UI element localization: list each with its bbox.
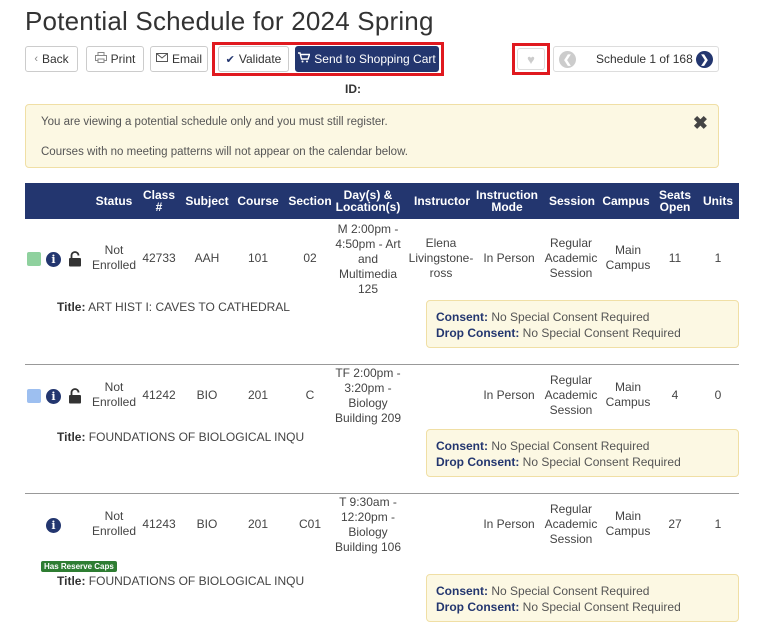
subject-cell: BIO bbox=[196, 387, 218, 402]
units-cell: 1 bbox=[714, 250, 722, 265]
schedule-counter: Schedule 1 of 168 bbox=[596, 52, 693, 66]
course-cell: 201 bbox=[247, 387, 269, 402]
session-cell: Regular Academic Session bbox=[544, 235, 598, 280]
back-button[interactable]: ‹ Back bbox=[25, 46, 78, 72]
info-icon[interactable]: i bbox=[46, 252, 61, 267]
validate-button[interactable]: ✔ Validate bbox=[218, 46, 289, 72]
seats-open-cell: 27 bbox=[668, 516, 682, 531]
column-header[interactable]: Session bbox=[544, 183, 600, 219]
color-swatch bbox=[27, 252, 41, 266]
course-title: Title: FOUNDATIONS OF BIOLOGICAL INQU bbox=[57, 430, 305, 444]
envelope-icon bbox=[155, 53, 168, 65]
consent-box: Consent: No Special Consent Required Dro… bbox=[426, 574, 739, 622]
campus-cell: Main Campus bbox=[605, 243, 651, 272]
color-swatch bbox=[27, 389, 41, 403]
instructor-cell bbox=[406, 502, 476, 546]
column-header[interactable]: Status bbox=[89, 183, 139, 219]
subject-cell: AAH bbox=[194, 250, 220, 265]
print-button[interactable]: Print bbox=[86, 46, 144, 72]
course-cell: 101 bbox=[247, 250, 269, 265]
checkmark-icon: ✔ bbox=[225, 53, 235, 66]
column-header[interactable]: Seats Open bbox=[657, 183, 693, 219]
section-cell: C bbox=[305, 387, 315, 402]
next-schedule-button[interactable]: ❯ bbox=[696, 50, 713, 68]
unlock-icon bbox=[69, 388, 81, 404]
column-header[interactable]: Instructor bbox=[407, 183, 477, 219]
section-cell: C01 bbox=[298, 516, 321, 531]
section-cell: 02 bbox=[303, 250, 317, 265]
days-location-cell: TF 2:00pm - 3:20pm - Biology Building 20… bbox=[334, 366, 402, 425]
alert-line: Courses with no meeting patterns will no… bbox=[41, 146, 408, 158]
id-label: ID: bbox=[345, 82, 361, 96]
subject-cell: BIO bbox=[196, 516, 218, 531]
unlock-icon bbox=[69, 251, 81, 267]
column-header[interactable]: Day(s) & Location(s) bbox=[336, 183, 401, 219]
info-icon[interactable]: i bbox=[46, 518, 61, 533]
status-cell: Not Enrolled bbox=[91, 380, 137, 409]
seats-open-cell: 4 bbox=[671, 387, 679, 402]
reserve-caps-badge: Has Reserve Caps bbox=[41, 561, 117, 572]
column-header[interactable]: Units bbox=[701, 183, 735, 219]
schedule-navigator: ❮ Schedule 1 of 168 ❯ bbox=[553, 46, 719, 72]
heart-icon: ♥ bbox=[527, 51, 535, 67]
column-header[interactable]: Subject bbox=[183, 183, 231, 219]
column-header[interactable]: Instruction Mode bbox=[476, 183, 538, 219]
column-header[interactable]: Class # bbox=[141, 183, 177, 219]
session-cell: Regular Academic Session bbox=[544, 372, 598, 417]
units-cell: 1 bbox=[714, 516, 722, 531]
course-cell: 201 bbox=[247, 516, 269, 531]
arrow-right-icon: ❯ bbox=[699, 53, 710, 66]
instruction-mode-cell: In Person bbox=[483, 250, 535, 265]
info-icon[interactable]: i bbox=[46, 389, 61, 404]
days-location-cell: T 9:30am - 12:20pm - Biology Building 10… bbox=[334, 495, 402, 554]
session-cell: Regular Academic Session bbox=[544, 501, 598, 546]
chevron-left-icon: ‹ bbox=[34, 53, 38, 65]
favorite-button[interactable]: ♥ bbox=[517, 48, 545, 70]
instruction-mode-cell: In Person bbox=[483, 387, 535, 402]
email-button[interactable]: Email bbox=[150, 46, 208, 72]
alert-line: You are viewing a potential schedule onl… bbox=[41, 116, 388, 128]
instructor-cell: Elena Livingstone-ross bbox=[408, 235, 474, 280]
instructor-cell bbox=[406, 373, 476, 417]
page-title: Potential Schedule for 2024 Spring bbox=[25, 6, 434, 36]
column-header[interactable]: Course bbox=[237, 183, 279, 219]
course-title: Title: FOUNDATIONS OF BIOLOGICAL INQU bbox=[57, 574, 305, 588]
consent-box: Consent: No Special Consent Required Dro… bbox=[426, 429, 739, 477]
instruction-mode-cell: In Person bbox=[483, 516, 535, 531]
status-cell: Not Enrolled bbox=[91, 243, 137, 272]
units-cell: 0 bbox=[714, 387, 722, 402]
campus-cell: Main Campus bbox=[605, 509, 651, 538]
days-location-cell: M 2:00pm - 4:50pm - Art and Multimedia 1… bbox=[335, 221, 401, 296]
previous-schedule-button[interactable]: ❮ bbox=[559, 50, 576, 68]
shopping-cart-icon bbox=[298, 52, 311, 66]
course-title: Title: ART HIST I: CAVES TO CATHEDRAL bbox=[57, 300, 290, 314]
printer-icon bbox=[94, 52, 107, 66]
send-to-shopping-cart-button[interactable]: Send to Shopping Cart bbox=[295, 46, 439, 72]
class-number-cell: 42733 bbox=[142, 250, 176, 265]
campus-cell: Main Campus bbox=[605, 380, 651, 409]
info-alert: You are viewing a potential schedule onl… bbox=[25, 104, 719, 168]
class-number-cell: 41242 bbox=[142, 387, 176, 402]
column-header[interactable]: Section bbox=[287, 183, 333, 219]
column-header[interactable]: Campus bbox=[601, 183, 651, 219]
status-cell: Not Enrolled bbox=[91, 509, 137, 538]
seats-open-cell: 11 bbox=[668, 250, 682, 265]
class-number-cell: 41243 bbox=[142, 516, 176, 531]
table-header: Status Class # Subject Course Section Da… bbox=[25, 183, 739, 219]
arrow-left-icon: ❮ bbox=[562, 53, 573, 66]
close-icon[interactable]: ✖ bbox=[693, 113, 708, 134]
consent-box: Consent: No Special Consent Required Dro… bbox=[426, 300, 739, 348]
